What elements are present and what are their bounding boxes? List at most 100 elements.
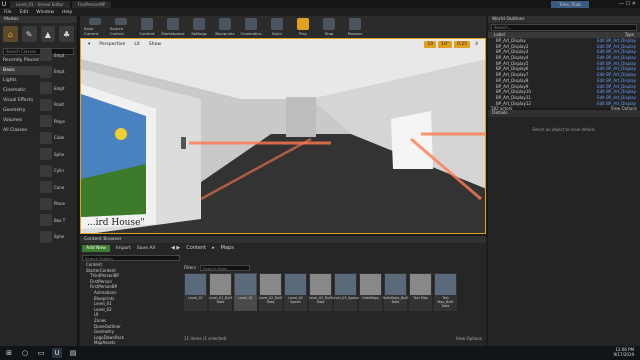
asset-label: HallsMaps_Built Data	[382, 296, 409, 304]
outliner-search-input[interactable]: Search...	[491, 24, 637, 31]
toolbar-label: Play	[299, 31, 307, 36]
nav-arrows-icon[interactable]: ◀ ▶	[171, 245, 180, 251]
toolbar-button-settings[interactable]: Settings	[188, 18, 210, 36]
system-clock: 12:06 PM 9/17/2019	[613, 347, 634, 357]
placeable-item-icon	[40, 131, 52, 144]
task-view-icon[interactable]: ▭	[36, 348, 46, 358]
folder-search-input[interactable]: Search Folders	[82, 255, 180, 261]
toolbar-button-marketplace[interactable]: Marketplace	[161, 18, 185, 36]
placeable-item-icon	[40, 230, 52, 243]
placeable-item[interactable]: Cube	[40, 130, 78, 147]
breadcrumb-maps[interactable]: Maps	[221, 245, 234, 251]
lit-button[interactable]: Lit	[131, 41, 143, 48]
asset-tile[interactable]: Test Map_Built Data	[434, 273, 457, 311]
asset-tile[interactable]: Level_02 Spawn	[284, 273, 307, 311]
asset-thumbnail	[335, 274, 356, 295]
placeable-item[interactable]: Empt	[40, 64, 78, 81]
breadcrumb-content[interactable]: Content	[186, 245, 206, 251]
viewport-menu-button[interactable]: ▾	[85, 41, 94, 48]
perspective-button[interactable]: Perspective	[96, 41, 129, 48]
level-viewport[interactable]: ...ird House" ▾ Perspective Lit Show 10 …	[80, 38, 486, 234]
toolbar-marketplace-icon	[167, 18, 179, 30]
category-0[interactable]: Recently Placed	[0, 56, 40, 66]
placeable-list: Empt Empt Empt Point Playe Cube Sphe Cylin Cone P…	[40, 47, 78, 245]
placeable-item[interactable]: Sphe	[40, 146, 78, 163]
placeable-item[interactable]: Box T	[40, 212, 78, 229]
toolbar-button-possess[interactable]: Possess	[344, 18, 366, 36]
placeable-item[interactable]: Plane	[40, 196, 78, 213]
placeable-item[interactable]: Playe	[40, 113, 78, 130]
menu-help[interactable]: Help	[62, 10, 72, 15]
placeable-item[interactable]: Empt	[40, 80, 78, 97]
paint-mode-icon[interactable]: ✎	[21, 26, 37, 42]
toolbar-button-play[interactable]: Play	[292, 18, 314, 36]
placeable-item[interactable]: Sphe	[40, 229, 78, 246]
placeable-item-icon	[40, 65, 52, 78]
category-1[interactable]: Basic	[0, 66, 40, 76]
asset-search-input[interactable]: Search Maps	[200, 264, 250, 271]
toolbar-button-save-current[interactable]: Save Current	[84, 18, 106, 36]
category-4[interactable]: Visual Effects	[0, 96, 40, 106]
toolbar-button-blueprints[interactable]: Blueprints	[214, 18, 236, 36]
asset-thumbnail	[210, 274, 231, 295]
asset-tile[interactable]: HallsMaps_Built Data	[382, 273, 409, 311]
asset-tile[interactable]: Level_02_Built Data	[259, 273, 282, 311]
asset-tile[interactable]: Level_01_Built Data	[209, 273, 232, 311]
category-5[interactable]: Geometry	[0, 106, 40, 116]
asset-tile[interactable]: Level_03_Spawn	[332, 273, 359, 311]
menu-edit[interactable]: Edit	[20, 10, 29, 15]
asset-tile[interactable]: Level_01	[234, 273, 257, 311]
foliage-mode-icon[interactable]: ♣	[59, 26, 74, 42]
filters-button[interactable]: Filters	[184, 265, 196, 270]
unreal-taskbar-icon[interactable]: U	[52, 348, 62, 358]
rotation-snap-value[interactable]: 10°	[438, 41, 453, 48]
search-icon[interactable]: ○	[20, 348, 30, 358]
placeable-item-icon	[40, 181, 52, 194]
asset-label: Level_02_Built Data	[308, 296, 333, 304]
menu-file[interactable]: File	[4, 10, 12, 15]
toolbar-button-cinematics[interactable]: Cinematics	[240, 18, 262, 36]
placeable-item[interactable]: Cone	[40, 179, 78, 196]
window-controls[interactable]: — ☐ ✕	[619, 1, 636, 7]
asset-tile[interactable]: HallsMaps	[359, 273, 382, 311]
toolbar-button-content[interactable]: Content	[136, 18, 158, 36]
category-7[interactable]: All Classes	[0, 126, 40, 136]
toolbar-blueprints-icon	[219, 18, 231, 30]
placeable-item[interactable]: Point	[40, 97, 78, 114]
menu-window[interactable]: Window	[36, 10, 54, 15]
asset-tile[interactable]: Level_01	[184, 273, 207, 311]
add-new-button[interactable]: Add New	[82, 244, 110, 252]
placeable-item-label: Point	[54, 102, 64, 108]
editor-tab[interactable]: Level_01 · Unreal Editor	[10, 0, 70, 8]
placeable-item-label: Cube	[54, 135, 65, 141]
content-browser-panel: Content Browser Add New Import Save All …	[80, 236, 486, 352]
toolbar-label: Possess	[347, 31, 363, 36]
cb-view-options[interactable]: View Options	[456, 336, 482, 341]
toolbar-button-stop[interactable]: Stop	[318, 18, 340, 36]
camera-speed-value[interactable]: 4	[472, 41, 481, 48]
toolbar-button-source-control[interactable]: Source Control	[110, 18, 132, 36]
snap-controls: 10 10° 0.25 4	[424, 41, 481, 48]
painting-caption: ...ird House"	[87, 218, 145, 228]
toolbar-button-build[interactable]: Build	[266, 18, 288, 36]
windows-start-icon[interactable]: ⊞	[4, 348, 14, 358]
explorer-taskbar-icon[interactable]: ▤	[68, 348, 78, 358]
category-3[interactable]: Cinematic	[0, 86, 40, 96]
show-button[interactable]: Show	[145, 41, 165, 48]
placeable-item[interactable]: Empt	[40, 47, 78, 64]
category-6[interactable]: Volumes	[0, 116, 40, 126]
grid-snap-value[interactable]: 10	[424, 41, 437, 48]
landscape-mode-icon[interactable]: ▲	[40, 26, 56, 42]
blueprint-tab[interactable]: FirstPersonMP	[71, 0, 112, 8]
category-2[interactable]: Lights	[0, 76, 40, 86]
import-button[interactable]: Import	[116, 246, 131, 251]
save-all-button[interactable]: Save All	[137, 246, 155, 251]
asset-tile[interactable]: Test Map	[409, 273, 432, 311]
scale-snap-value[interactable]: 0.25	[454, 41, 471, 48]
asset-thumbnail	[285, 274, 306, 295]
asset-tile[interactable]: Level_02_Built Data	[309, 273, 332, 311]
modes-title: Modes	[0, 16, 77, 23]
placeable-item[interactable]: Cylin	[40, 163, 78, 180]
place-mode-icon[interactable]: ⌂	[3, 26, 18, 42]
details-empty-text: Select an object to view details.	[532, 127, 596, 132]
